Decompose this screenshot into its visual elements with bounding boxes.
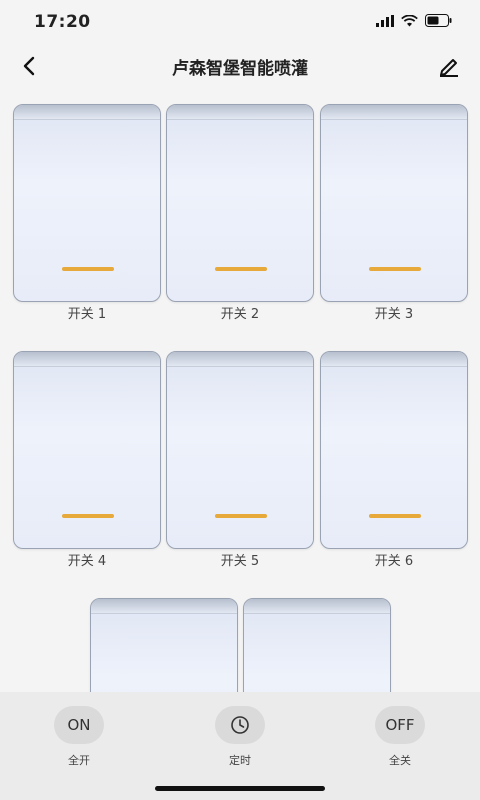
switch-1[interactable] <box>13 104 161 304</box>
switch-cap <box>167 105 313 120</box>
switch-indicator <box>215 267 267 271</box>
switch-label: 开关 2 <box>220 307 260 322</box>
switch-6[interactable] <box>320 351 468 551</box>
switch-2[interactable] <box>166 104 314 304</box>
switch-label: 开关 1 <box>67 307 107 322</box>
switch-cap <box>14 105 160 120</box>
all-off-button[interactable]: OFF 全关 <box>360 706 440 768</box>
all-off-label: 全关 <box>389 754 411 767</box>
switch-indicator <box>62 267 114 271</box>
timer-label: 定时 <box>229 754 251 767</box>
bottom-action-bar: ON 全开 定时 OFF 全关 <box>0 692 480 800</box>
switch-cap <box>91 599 237 614</box>
switch-panel[interactable] <box>13 351 161 549</box>
clock-icon <box>231 716 249 734</box>
switch-grid: 开关 1 开关 2 开关 3 开关 4 开关 5 开关 6 <box>0 0 480 800</box>
home-indicator <box>155 786 325 791</box>
switch-panel[interactable] <box>320 351 468 549</box>
all-on-label: 全开 <box>68 754 90 767</box>
switch-indicator <box>215 514 267 518</box>
switch-label: 开关 4 <box>67 554 107 569</box>
switch-indicator <box>62 514 114 518</box>
switch-indicator <box>369 267 421 271</box>
switch-panel[interactable] <box>13 104 161 302</box>
switch-4[interactable] <box>13 351 161 551</box>
switch-5[interactable] <box>166 351 314 551</box>
switch-cap <box>321 352 467 367</box>
switch-label: 开关 3 <box>374 307 414 322</box>
switch-indicator <box>369 514 421 518</box>
switch-cap <box>321 105 467 120</box>
switch-panel[interactable] <box>166 351 314 549</box>
switch-label: 开关 5 <box>220 554 260 569</box>
timer-button[interactable]: 定时 <box>200 706 280 768</box>
switch-cap <box>14 352 160 367</box>
switch-cap <box>244 599 390 614</box>
switch-3[interactable] <box>320 104 468 304</box>
switch-label: 开关 6 <box>374 554 414 569</box>
on-icon[interactable]: ON <box>54 706 104 744</box>
switch-panel[interactable] <box>166 104 314 302</box>
all-on-button[interactable]: ON 全开 <box>39 706 119 768</box>
switch-cap <box>167 352 313 367</box>
timer-circle[interactable] <box>215 706 265 744</box>
switch-panel[interactable] <box>320 104 468 302</box>
off-icon[interactable]: OFF <box>375 706 425 744</box>
